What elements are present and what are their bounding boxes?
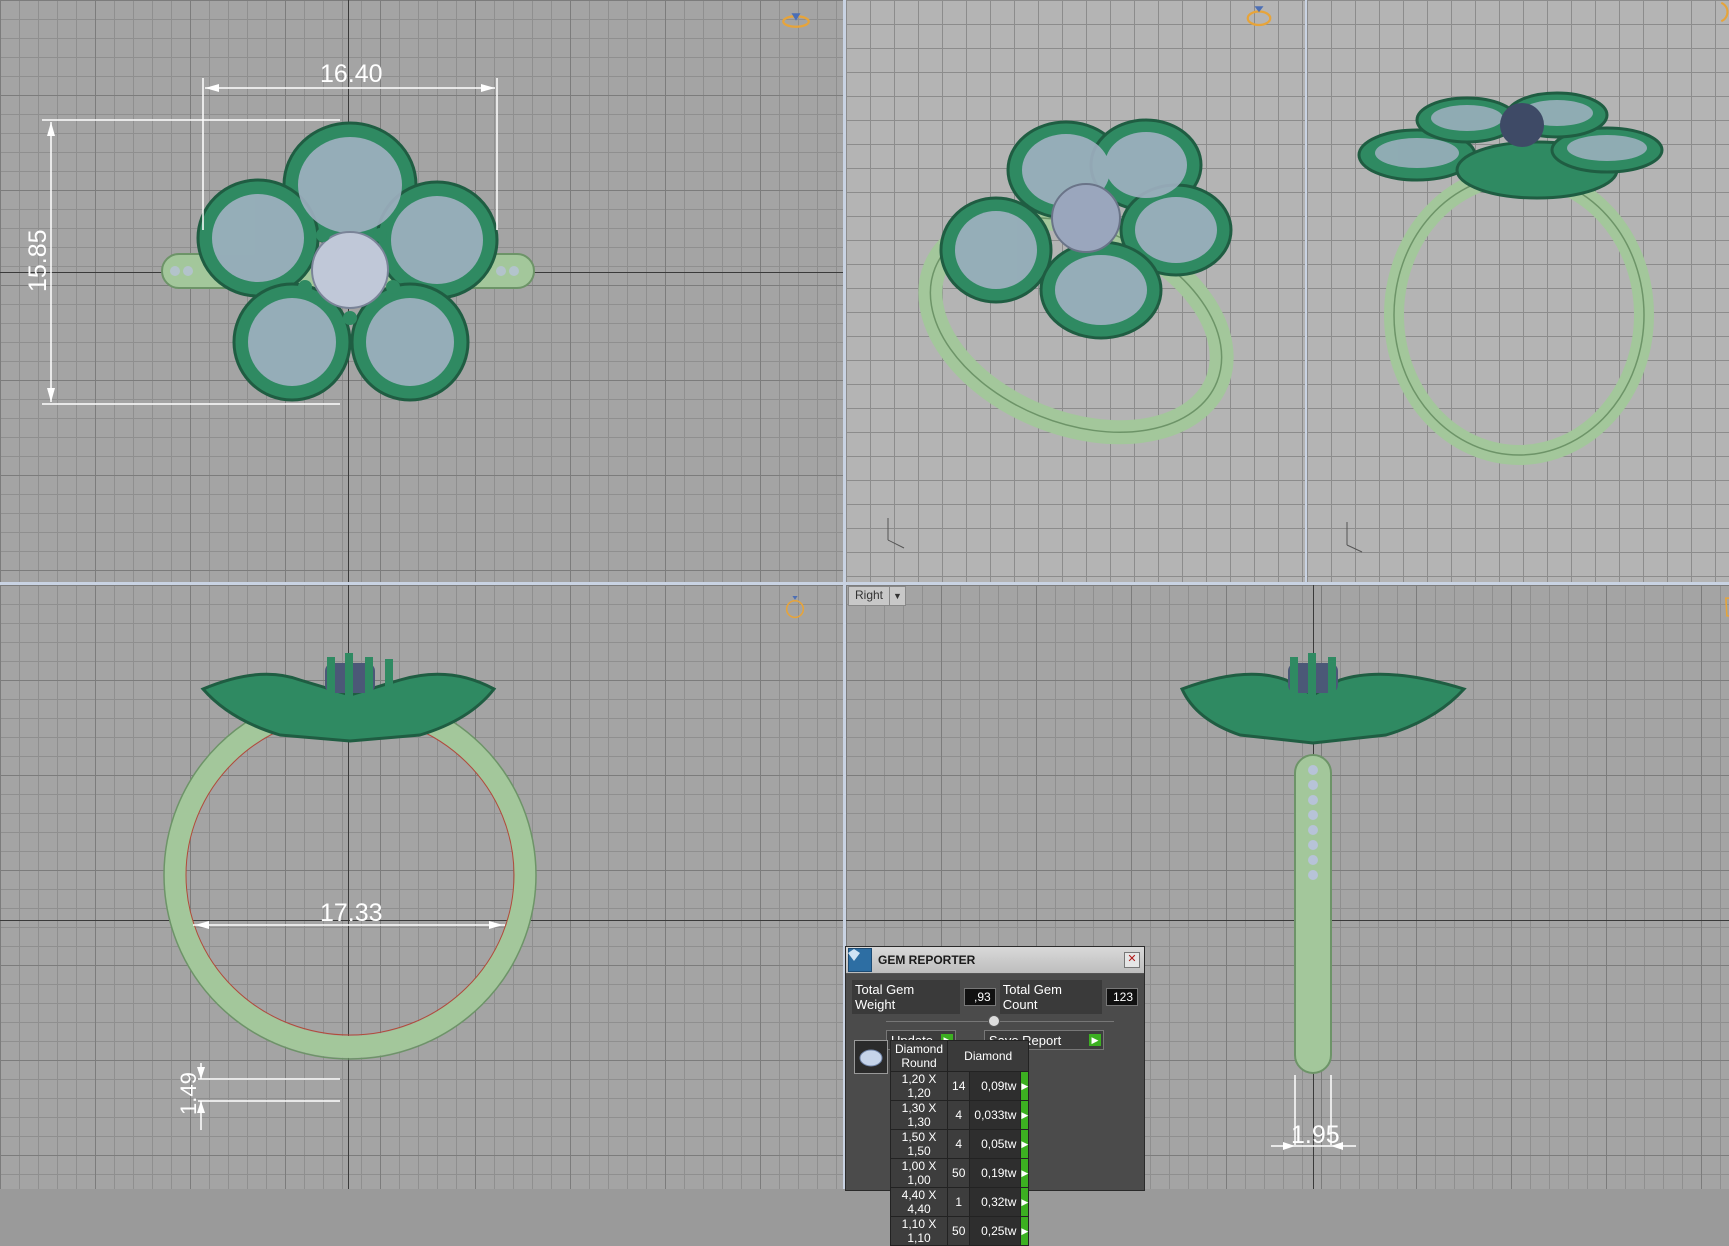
gem-count: 50 — [947, 1158, 971, 1188]
navigation-ring-icon-front[interactable] — [780, 595, 810, 619]
dimension-inner-diameter: 17.33 — [320, 899, 383, 927]
gem-table: Diamond Round Diamond 1,20 X 1,20 14 0,0… — [889, 1040, 1030, 1246]
gem-panel-separator — [886, 1015, 1114, 1027]
gem-table-header-shape: Diamond Round — [889, 1040, 949, 1072]
navigation-ring-icon-perspective-2[interactable] — [1707, 0, 1729, 24]
dimension-shank-width: 1.95 — [1291, 1121, 1340, 1149]
gem-reporter-panel: GEM REPORTER ✕ Total Gem Weight ,93 Tota… — [845, 946, 1145, 1246]
table-row: 1,20 X 1,20 14 0,09tw ▶ — [889, 1071, 1030, 1101]
view-selector-dropdown[interactable]: Right ▼ — [848, 586, 906, 606]
gem-size: 4,40 X 4,40 — [889, 1187, 949, 1217]
dimension-shank-thickness: 1.49 — [176, 1072, 201, 1115]
gem-size: 1,30 X 1,30 — [889, 1100, 949, 1130]
view-selector-label: Right — [855, 588, 884, 602]
viewport-perspective-2[interactable] — [1307, 0, 1729, 582]
collapse-knob-icon[interactable] — [988, 1015, 1000, 1027]
ring-front-view-model — [163, 653, 537, 1130]
row-select-arrow-icon[interactable]: ▶ — [1020, 1158, 1030, 1188]
gem-size: 1,10 X 1,10 — [889, 1216, 949, 1246]
gem-reporter-title: GEM REPORTER — [878, 953, 976, 967]
table-row: 1,30 X 1,30 4 0,033tw ▶ — [889, 1100, 1030, 1130]
navigation-ring-icon-perspective-1[interactable] — [1244, 4, 1274, 28]
navigation-ring-icon[interactable] — [781, 8, 811, 32]
gem-totals-row: Total Gem Weight ,93 Total Gem Count 123 — [846, 974, 1144, 1014]
gem-count: 4 — [947, 1129, 971, 1159]
table-row: 1,50 X 1,50 4 0,05tw ▶ — [889, 1129, 1030, 1159]
row-select-arrow-icon[interactable]: ▶ — [1020, 1129, 1030, 1159]
table-row: 1,10 X 1,10 50 0,25tw ▶ — [889, 1216, 1030, 1246]
viewport-perspective-1[interactable] — [846, 0, 1305, 582]
gem-weight: 0,19tw — [969, 1158, 1022, 1188]
play-arrow-icon: ▶ — [1088, 1034, 1101, 1046]
total-gem-weight-label: Total Gem Weight — [852, 980, 960, 1014]
row-select-arrow-icon[interactable]: ▶ — [1020, 1100, 1030, 1130]
gem-reporter-titlebar[interactable]: GEM REPORTER ✕ — [846, 947, 1144, 974]
navigation-ring-icon-right[interactable] — [1714, 595, 1729, 619]
gem-table-header-material: Diamond — [947, 1040, 1030, 1072]
gem-reporter-logo-icon — [848, 948, 872, 972]
row-select-arrow-icon[interactable]: ▶ — [1020, 1216, 1030, 1246]
diamond-round-icon — [854, 1040, 888, 1074]
gem-count: 1 — [947, 1187, 971, 1217]
gem-size: 1,20 X 1,20 — [889, 1071, 949, 1101]
total-gem-count-label: Total Gem Count — [999, 980, 1102, 1014]
dimension-top-height: 15.85 — [24, 229, 52, 292]
chevron-down-icon: ▼ — [889, 587, 905, 605]
viewport-front[interactable]: 17.33 1.49 — [0, 585, 843, 1189]
gem-weight: 0,033tw — [969, 1100, 1022, 1130]
total-gem-weight-value: ,93 — [963, 988, 996, 1006]
viewport-top[interactable]: 16.40 15.85 — [0, 0, 843, 582]
ring-top-view-model — [42, 78, 535, 405]
total-gem-count-value: 123 — [1106, 988, 1138, 1006]
gem-size: 1,50 X 1,50 — [889, 1129, 949, 1159]
gem-count: 50 — [947, 1216, 971, 1246]
gem-weight: 0,05tw — [969, 1129, 1022, 1159]
gem-weight: 0,25tw — [969, 1216, 1022, 1246]
ring-perspective-model-1 — [887, 118, 1234, 549]
dimension-top-width: 16.40 — [320, 60, 383, 88]
table-row: 1,00 X 1,00 50 0,19tw ▶ — [889, 1158, 1030, 1188]
gem-weight: 0,09tw — [969, 1071, 1022, 1101]
ring-perspective-model-2 — [1346, 91, 1664, 553]
gem-count: 4 — [947, 1100, 971, 1130]
gem-size: 1,00 X 1,00 — [889, 1158, 949, 1188]
close-icon[interactable]: ✕ — [1124, 952, 1140, 968]
row-select-arrow-icon[interactable]: ▶ — [1020, 1071, 1030, 1101]
gem-weight: 0,32tw — [969, 1187, 1022, 1217]
table-row: 4,40 X 4,40 1 0,32tw ▶ — [889, 1187, 1030, 1217]
row-select-arrow-icon[interactable]: ▶ — [1020, 1187, 1030, 1217]
gem-count: 14 — [947, 1071, 971, 1101]
